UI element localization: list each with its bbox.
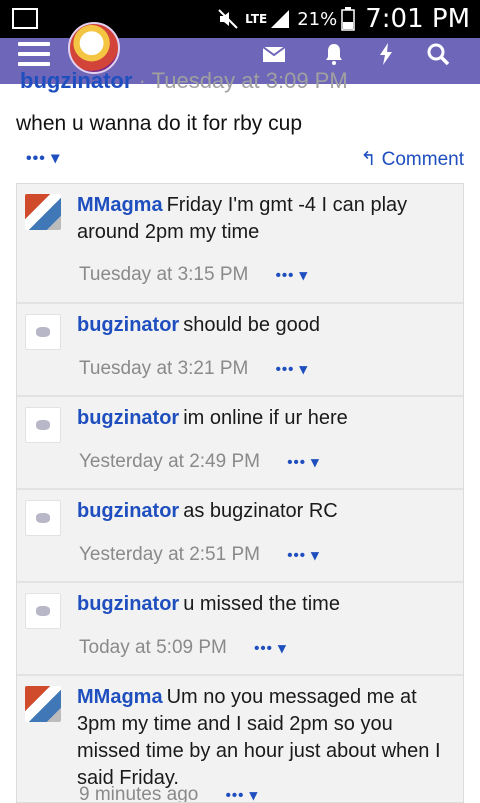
comment-date[interactable]: Tuesday at 3:21 PM bbox=[79, 358, 248, 379]
post-more-menu[interactable]: ••• ▾ bbox=[26, 148, 60, 168]
comment-body: bugzinator should be good bbox=[77, 312, 457, 339]
comment-body: MMagma Friday I'm gmt -4 I can play aroun… bbox=[77, 192, 457, 246]
comment-label: Comment bbox=[381, 149, 464, 170]
comment-text: u missed the time bbox=[183, 593, 340, 615]
avatar[interactable] bbox=[25, 194, 61, 230]
comment-date[interactable]: 9 minutes ago bbox=[79, 784, 198, 802]
mute-icon bbox=[218, 9, 238, 29]
comment-date[interactable]: Yesterday at 2:51 PM bbox=[79, 544, 260, 565]
lightning-icon[interactable] bbox=[374, 42, 398, 66]
post-text: when u wanna do it for rby cup bbox=[16, 112, 303, 135]
search-icon[interactable] bbox=[426, 42, 450, 66]
comment-meta: Tuesday at 3:21 PM ••• ▾ bbox=[79, 358, 308, 380]
comment-item: MMagma Um no you messaged me at 3pm my ti… bbox=[17, 676, 463, 802]
comment-author[interactable]: bugzinator bbox=[77, 314, 179, 336]
battery-icon bbox=[341, 7, 355, 31]
comment-more-menu[interactable]: ••• ▾ bbox=[276, 361, 308, 378]
comment-more-menu[interactable]: ••• ▾ bbox=[276, 267, 308, 284]
battery-percent: 21% bbox=[297, 8, 338, 30]
post-date[interactable]: Tuesday at 3:09 PM bbox=[152, 68, 348, 93]
avatar[interactable] bbox=[25, 593, 61, 629]
comment-author[interactable]: bugzinator bbox=[77, 593, 179, 615]
comment-meta: Tuesday at 3:15 PM ••• ▾ bbox=[79, 264, 308, 286]
post-separator: · bbox=[138, 68, 146, 93]
comment-date[interactable]: Today at 5:09 PM bbox=[79, 637, 227, 658]
comment-text: as bugzinator RC bbox=[183, 500, 338, 522]
comment-date[interactable]: Yesterday at 2:49 PM bbox=[79, 451, 260, 472]
comment-text: should be good bbox=[183, 314, 321, 336]
comment-text: im online if ur here bbox=[183, 407, 348, 429]
reply-icon: ↰ bbox=[360, 149, 377, 170]
gallery-notification-icon bbox=[12, 8, 38, 29]
avatar[interactable] bbox=[25, 407, 61, 443]
avatar[interactable] bbox=[25, 686, 61, 722]
comment-list: MMagma Friday I'm gmt -4 I can play aroun… bbox=[16, 183, 464, 803]
comment-button[interactable]: ↰ Comment bbox=[360, 148, 464, 171]
comment-meta: Yesterday at 2:49 PM ••• ▾ bbox=[79, 451, 320, 473]
comment-meta: Yesterday at 2:51 PM ••• ▾ bbox=[79, 544, 320, 566]
post-author-line: bugzinator · Tuesday at 3:09 PM bbox=[20, 68, 348, 94]
signal-icon bbox=[271, 10, 290, 28]
comment-meta: 9 minutes ago ••• ▾ bbox=[79, 784, 258, 802]
comment-author[interactable]: bugzinator bbox=[77, 500, 179, 522]
comment-item: bugzinator should be good Tuesday at 3:21… bbox=[17, 304, 463, 397]
avatar[interactable] bbox=[25, 500, 61, 536]
comment-item: bugzinator im online if ur here Yesterday… bbox=[17, 397, 463, 490]
comment-body: MMagma Um no you messaged me at 3pm my ti… bbox=[77, 684, 457, 792]
comment-author[interactable]: MMagma bbox=[77, 194, 163, 216]
bell-icon[interactable] bbox=[322, 42, 346, 66]
comment-more-menu[interactable]: ••• ▾ bbox=[287, 547, 319, 564]
site-logo[interactable] bbox=[68, 22, 120, 74]
lte-indicator: LTE bbox=[245, 12, 268, 26]
comment-more-menu[interactable]: ••• ▾ bbox=[226, 787, 258, 802]
status-clock: 7:01 PM bbox=[365, 4, 470, 34]
comment-item: MMagma Friday I'm gmt -4 I can play aroun… bbox=[17, 184, 463, 304]
comment-body: bugzinator as bugzinator RC bbox=[77, 498, 457, 525]
comment-item: bugzinator as bugzinator RC Yesterday at … bbox=[17, 490, 463, 583]
comment-author[interactable]: MMagma bbox=[77, 686, 163, 708]
comment-author[interactable]: bugzinator bbox=[77, 407, 179, 429]
post-author[interactable]: bugzinator bbox=[20, 68, 132, 93]
comment-more-menu[interactable]: ••• ▾ bbox=[254, 640, 286, 657]
comment-date[interactable]: Tuesday at 3:15 PM bbox=[79, 264, 248, 285]
avatar[interactable] bbox=[25, 314, 61, 350]
comment-more-menu[interactable]: ••• ▾ bbox=[287, 454, 319, 471]
comment-item: bugzinator u missed the time Today at 5:0… bbox=[17, 583, 463, 676]
mail-icon[interactable] bbox=[262, 42, 286, 66]
comment-body: bugzinator u missed the time bbox=[77, 591, 457, 618]
comment-body: bugzinator im online if ur here bbox=[77, 405, 457, 432]
comment-meta: Today at 5:09 PM ••• ▾ bbox=[79, 637, 287, 659]
